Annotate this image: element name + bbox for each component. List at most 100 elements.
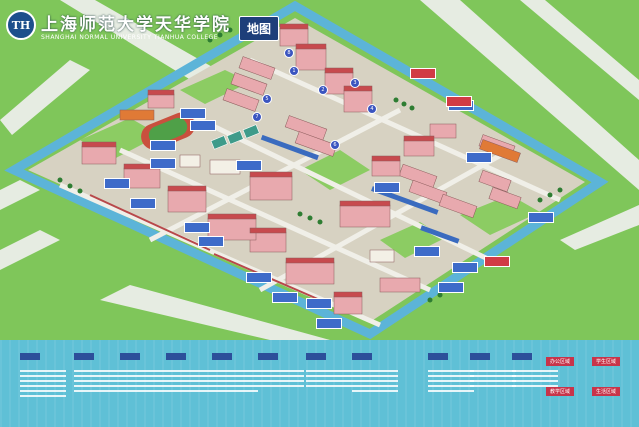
legend-zone-tag: 办公区域	[546, 357, 575, 366]
legend-entry	[306, 375, 352, 377]
map-place-label[interactable]	[130, 198, 156, 209]
legend-column	[166, 348, 212, 395]
legend-entry	[166, 385, 212, 387]
map-place-label[interactable]	[180, 108, 206, 119]
map-place-label[interactable]	[452, 262, 478, 273]
map-place-label[interactable]	[306, 298, 332, 309]
legend-column	[120, 348, 166, 395]
building-number-marker: 2	[318, 85, 328, 95]
legend-column	[428, 348, 474, 395]
map-place-label[interactable]	[484, 256, 510, 267]
legend-category-header	[512, 353, 532, 360]
legend-entry	[166, 375, 212, 377]
legend-category-header	[74, 353, 94, 360]
legend-entry	[74, 370, 120, 372]
legend-entry	[428, 385, 474, 387]
legend-entry	[352, 385, 398, 387]
legend-entry	[20, 380, 66, 382]
legend-entry	[74, 380, 120, 382]
legend-category-header	[212, 353, 232, 360]
legend-entry	[212, 385, 258, 387]
legend-entry	[166, 370, 212, 372]
legend-entry	[428, 370, 474, 372]
legend-zone-tag: 学生区域	[592, 357, 621, 366]
legend-entry	[428, 375, 474, 377]
legend-entry	[212, 370, 258, 372]
map-place-label[interactable]	[410, 68, 436, 79]
building-number-marker: 8	[284, 48, 294, 58]
building-number-marker: 1	[289, 66, 299, 76]
building-number-marker: 5	[262, 94, 272, 104]
legend-column	[306, 348, 352, 390]
legend-entry	[120, 385, 166, 387]
legend-entry	[470, 370, 516, 372]
legend-column	[74, 348, 120, 395]
legend-column	[470, 348, 516, 390]
building-number-marker: 4	[367, 104, 377, 114]
map-place-label[interactable]	[198, 236, 224, 247]
map-place-label[interactable]	[190, 120, 216, 131]
legend-category-header	[166, 353, 186, 360]
legend-entry	[306, 370, 352, 372]
legend-column	[258, 348, 304, 390]
legend-entry	[306, 380, 352, 382]
legend-column	[352, 348, 398, 395]
legend-entry	[352, 375, 398, 377]
legend-category-header	[258, 353, 278, 360]
legend-entry	[258, 380, 304, 382]
legend-entry	[428, 390, 474, 392]
legend-entry	[470, 380, 516, 382]
campus-map: 1 2 3 4 5 6 7 8 TH 上海师范大学天华学院 SHANGHAI N…	[0, 0, 639, 340]
map-place-label[interactable]	[184, 222, 210, 233]
map-place-label[interactable]	[446, 96, 472, 107]
legend-entry	[20, 370, 66, 372]
legend-entry	[470, 375, 516, 377]
map-place-label[interactable]	[316, 318, 342, 329]
map-place-label[interactable]	[236, 160, 262, 171]
map-place-label[interactable]	[150, 140, 176, 151]
legend-entry	[212, 390, 258, 392]
map-header: TH 上海师范大学天华学院 SHANGHAI NORMAL UNIVERSITY…	[6, 8, 280, 42]
legend-column	[20, 348, 66, 400]
legend-entry	[258, 385, 304, 387]
college-logo: TH	[6, 10, 36, 40]
legend-entry	[120, 375, 166, 377]
legend-column	[212, 348, 258, 395]
legend-column: 学生区域 生活区域	[592, 348, 621, 399]
map-place-label[interactable]	[414, 246, 440, 257]
building-number-marker: 3	[350, 78, 360, 88]
map-place-label[interactable]	[466, 152, 492, 163]
legend-zone-tag: 生活区域	[592, 387, 621, 396]
map-place-label[interactable]	[438, 282, 464, 293]
legend-zone-tag: 教学区域	[546, 387, 575, 396]
legend-entry	[352, 390, 398, 392]
title-block: 上海师范大学天华学院 SHANGHAI NORMAL UNIVERSITY TI…	[41, 10, 231, 41]
building-number-marker: 6	[330, 140, 340, 150]
legend-entry	[20, 375, 66, 377]
legend-entry	[120, 380, 166, 382]
campus-map-drawing	[0, 0, 639, 340]
legend-category-header	[20, 353, 40, 360]
legend-entry	[20, 395, 66, 397]
legend-entry	[258, 370, 304, 372]
legend-entry	[120, 370, 166, 372]
legend-entry	[470, 385, 516, 387]
legend-entry	[20, 385, 66, 387]
map-place-label[interactable]	[374, 182, 400, 193]
legend-category-header	[120, 353, 140, 360]
legend-entry	[166, 390, 212, 392]
map-legend: 办公区域 教学区域 学生区域 生活区域	[0, 340, 639, 427]
legend-entry	[74, 390, 120, 392]
legend-entry	[212, 380, 258, 382]
map-place-label[interactable]	[246, 272, 272, 283]
legend-entry	[306, 385, 352, 387]
map-place-label[interactable]	[104, 178, 130, 189]
map-place-label[interactable]	[150, 158, 176, 169]
legend-category-header	[428, 353, 448, 360]
legend-category-header	[306, 353, 326, 360]
legend-category-header	[470, 353, 490, 360]
legend-entry	[352, 380, 398, 382]
legend-column: 办公区域 教学区域	[546, 348, 575, 399]
map-place-label[interactable]	[272, 292, 298, 303]
map-place-label[interactable]	[528, 212, 554, 223]
